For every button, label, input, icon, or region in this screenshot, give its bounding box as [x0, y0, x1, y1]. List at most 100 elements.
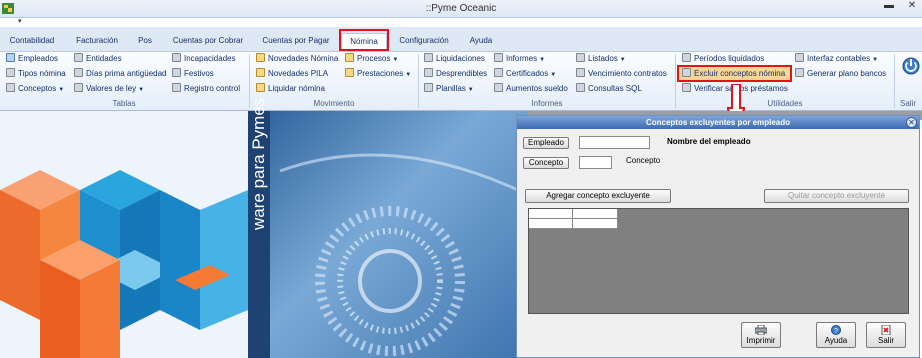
splash-vertical-text: ware para Pymes: [249, 97, 268, 230]
grid-cell[interactable]: [573, 219, 618, 229]
printer-icon: [755, 325, 767, 335]
empleado-button[interactable]: Empleado: [523, 137, 569, 149]
group-label-salir: Salir: [900, 99, 917, 108]
ribbon-entidades[interactable]: Entidades: [74, 53, 122, 65]
ribbon-desprendibles[interactable]: Desprendibles: [424, 68, 487, 80]
grid-icon: [74, 53, 83, 62]
book-icon: [345, 53, 354, 62]
tools-icon: [682, 53, 691, 62]
close-window-button[interactable]: ✕: [905, 0, 919, 12]
printer-icon: [494, 53, 503, 62]
printer-icon: [494, 68, 503, 77]
decorative-swirl: [279, 153, 521, 356]
chevron-down-icon: ▼: [550, 72, 557, 78]
grid-icon: [172, 68, 181, 77]
ribbon-registro-control[interactable]: Registro control: [172, 83, 240, 95]
group-label-utilidades: Utilidades: [767, 99, 803, 108]
ribbon-planillas[interactable]: Planillas ▼: [424, 83, 474, 95]
tools-icon: [682, 68, 691, 77]
book-icon: [256, 53, 265, 62]
imprimir-button[interactable]: Imprimir: [741, 322, 781, 348]
power-icon[interactable]: [901, 54, 921, 76]
nombre-empleado-label: Nombre del empleado: [667, 137, 751, 146]
ribbon-listados[interactable]: Listados ▼: [576, 53, 626, 65]
ribbon-conceptos[interactable]: Conceptos ▼: [6, 83, 64, 95]
chevron-down-icon: ▼: [58, 87, 65, 93]
ribbon-novedades-nomina[interactable]: Novedades Nómina: [256, 53, 338, 65]
grid-header-cell: [573, 209, 618, 219]
chevron-down-icon: ▼: [467, 87, 474, 93]
chevron-down-icon: ▼: [619, 57, 626, 63]
printer-icon: [424, 53, 433, 62]
chevron-down-icon: ▼: [138, 87, 145, 93]
minimize-button[interactable]: ▬: [882, 0, 896, 12]
salir-button[interactable]: Salir: [866, 322, 906, 348]
agregar-concepto-button[interactable]: Agregar concepto excluyente: [525, 189, 671, 203]
printer-icon: [576, 68, 585, 77]
ribbon-aumentos-sueldo[interactable]: Aumentos sueldo: [494, 83, 568, 95]
group-label-tablas: Tablas: [112, 99, 136, 108]
concepto-button[interactable]: Concepto: [523, 157, 569, 169]
grid-icon: [74, 83, 83, 92]
ribbon-informes[interactable]: Informes ▼: [494, 53, 545, 65]
concepto-label: Concepto: [626, 156, 661, 165]
ribbon-prestaciones[interactable]: Prestaciones ▼: [345, 68, 411, 80]
printer-icon: [424, 83, 433, 92]
ribbon-valores-ley[interactable]: Valores de ley ▼: [74, 83, 144, 95]
ribbon-excluir-conceptos-nomina[interactable]: Excluir conceptos nómina: [682, 68, 785, 80]
concepto-field[interactable]: [579, 156, 612, 169]
tab-facturacion[interactable]: Facturación: [72, 33, 122, 49]
help-icon: ?: [831, 325, 841, 335]
ayuda-button[interactable]: ? Ayuda: [816, 322, 856, 348]
company-logo: [0, 170, 248, 358]
tab-cuentas-pagar[interactable]: Cuentas por Pagar: [258, 33, 334, 49]
printer-icon: [576, 83, 585, 92]
chevron-down-icon: ▼: [539, 57, 546, 63]
ribbon-consultas-sql[interactable]: Consultas SQL: [576, 83, 642, 95]
users-icon: [6, 53, 15, 62]
svg-text:?: ?: [834, 328, 838, 335]
dialog-close-icon[interactable]: ✕: [906, 117, 917, 128]
ribbon-incapacidades[interactable]: Incapacidades: [172, 53, 236, 65]
window-title: ::Pyme Oceanic: [425, 3, 497, 14]
tab-cuentas-cobrar[interactable]: Cuentas por Cobrar: [168, 33, 248, 49]
ribbon-liquidaciones[interactable]: Liquidaciones: [424, 53, 485, 65]
ribbon-dias-prima[interactable]: Días prima antigüedad: [74, 68, 167, 80]
tab-ayuda[interactable]: Ayuda: [464, 33, 498, 49]
exit-icon: [881, 325, 891, 335]
tools-icon: [795, 53, 804, 62]
ribbon-generar-plano-bancos[interactable]: Generar plano bancos: [795, 68, 886, 80]
grid-icon: [172, 53, 181, 62]
ribbon-festivos[interactable]: Festivos: [172, 68, 214, 80]
printer-icon: [576, 53, 585, 62]
ribbon-certificados[interactable]: Certificados ▼: [494, 68, 556, 80]
tab-contabilidad[interactable]: Contabilidad: [4, 33, 60, 49]
ribbon-interfaz-contables[interactable]: Interfaz contables ▼: [795, 53, 878, 65]
tab-configuracion[interactable]: Configuración: [394, 33, 454, 49]
ribbon-tipos-nomina[interactable]: Tipos nómina: [6, 68, 66, 80]
grid-icon: [74, 68, 83, 77]
quitar-concepto-button[interactable]: Quitar concepto excluyente: [764, 189, 909, 203]
grid-icon: [6, 83, 15, 92]
group-label-informes: Informes: [531, 99, 563, 108]
dialog-title: Conceptos excluyentes por empleado: [517, 116, 919, 129]
ribbon-novedades-pila[interactable]: Novedades PILA: [256, 68, 328, 80]
ribbon-vencimiento-contratos[interactable]: Vencimiento contratos: [576, 68, 667, 80]
chevron-down-icon: ▼: [392, 57, 399, 63]
ribbon-periodos-liquidados[interactable]: Períodos liquidados: [682, 53, 764, 65]
quick-access-dropdown[interactable]: ▾: [18, 17, 28, 25]
ribbon-empleados[interactable]: Empleados: [6, 53, 58, 65]
tab-pos[interactable]: Pos: [134, 33, 156, 49]
ribbon-procesos[interactable]: Procesos ▼: [345, 53, 398, 65]
printer-icon: [494, 83, 503, 92]
grid-icon: [172, 83, 181, 92]
tools-icon: [795, 68, 804, 77]
chevron-down-icon: ▼: [872, 57, 879, 63]
empleado-field[interactable]: [579, 136, 650, 149]
group-label-movimiento: Movimiento: [313, 99, 355, 108]
grid-header-cell: [529, 209, 573, 219]
book-icon: [345, 68, 354, 77]
grid-icon: [6, 68, 15, 77]
group-separator: [894, 54, 895, 108]
grid-cell[interactable]: [529, 219, 573, 229]
